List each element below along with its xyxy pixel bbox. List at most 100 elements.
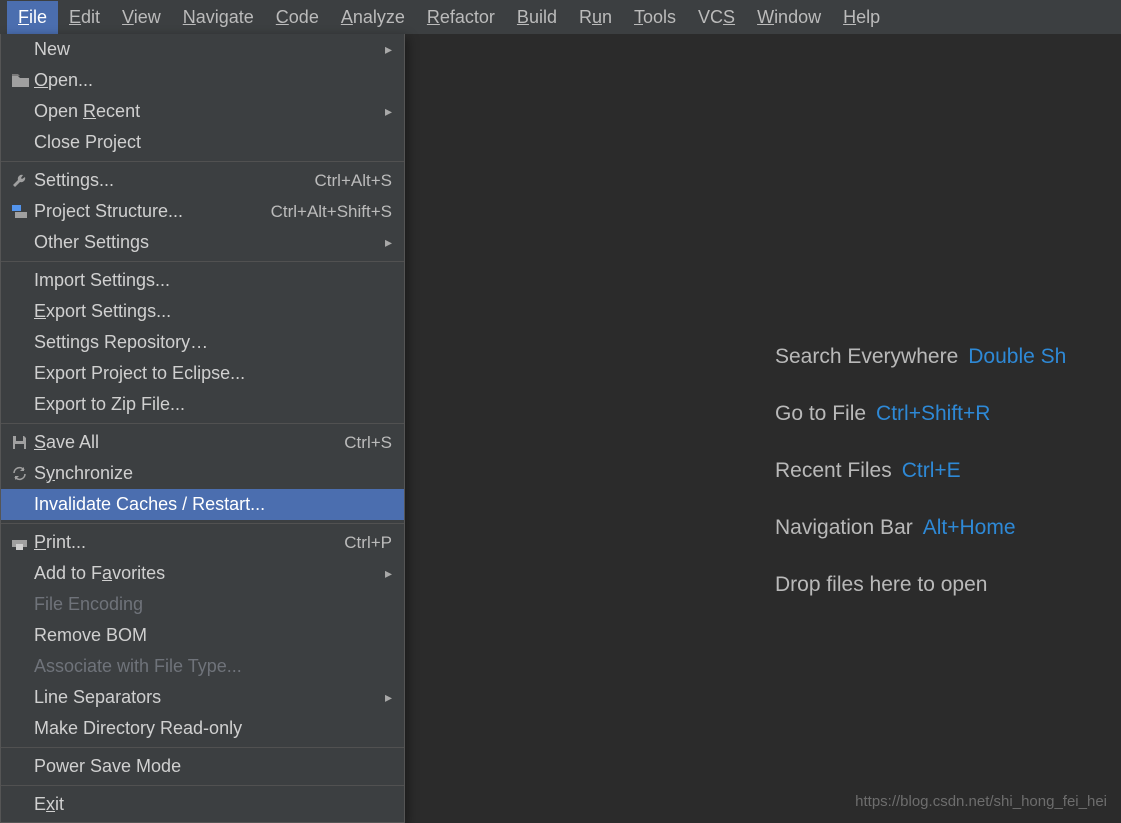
menu-item-make-directory-read-only[interactable]: Make Directory Read-only [1,713,404,744]
menu-item-label: Line Separators [34,687,376,708]
menu-build[interactable]: Build [506,1,568,34]
submenu-arrow-icon: ▸ [376,689,392,706]
menu-item-other-settings[interactable]: Other Settings▸ [1,227,404,258]
menu-item-label: New [34,39,376,60]
menu-code[interactable]: Code [265,1,330,34]
welcome-hint: Drop files here to open [775,573,1066,597]
welcome-hint-shortcut: Ctrl+E [902,459,961,482]
menu-item-label: Project Structure... [34,201,261,222]
menu-item-import-settings[interactable]: Import Settings... [1,265,404,296]
menu-item-label: Import Settings... [34,270,392,291]
menu-shortcut: Ctrl+Alt+Shift+S [261,202,392,222]
folder-icon [12,74,34,87]
menu-item-label: Invalidate Caches / Restart... [34,494,392,515]
welcome-hint: Recent Files Ctrl+E [775,459,1066,483]
menu-item-label: Associate with File Type... [34,656,392,677]
welcome-hint-shortcut: Alt+Home [923,516,1016,539]
menu-item-label: File Encoding [34,594,392,615]
menu-item-label: Settings Repository… [34,332,392,353]
save-icon [12,435,34,450]
watermark-text: https://blog.csdn.net/shi_hong_fei_hei [855,793,1107,810]
menu-item-label: Other Settings [34,232,376,253]
menu-item-label: Remove BOM [34,625,392,646]
menu-item-label: Exit [34,794,392,815]
menu-window[interactable]: Window [746,1,832,34]
menu-separator [1,747,404,748]
welcome-panel: Search Everywhere Double Sh Go to File Ctrl… [775,345,1066,630]
welcome-hint-text: Recent Files [775,459,892,482]
menu-item-label: Open Recent [34,101,376,122]
menu-separator [1,785,404,786]
menu-item-label: Open... [34,70,392,91]
menu-item-add-to-favorites[interactable]: Add to Favorites▸ [1,558,404,589]
wrench-icon [12,173,34,188]
menu-item-label: Power Save Mode [34,756,392,777]
menu-item-save-all[interactable]: Save AllCtrl+S [1,427,404,458]
menu-separator [1,161,404,162]
menu-item-open[interactable]: Open... [1,65,404,96]
welcome-hint-shortcut: Ctrl+Shift+R [876,402,990,425]
menu-item-export-project-to-eclipse[interactable]: Export Project to Eclipse... [1,358,404,389]
menu-analyze[interactable]: Analyze [330,1,416,34]
menu-help[interactable]: Help [832,1,891,34]
menu-item-label: Add to Favorites [34,563,376,584]
menu-item-label: Export Project to Eclipse... [34,363,392,384]
menu-separator [1,261,404,262]
welcome-hint-text: Drop files here to open [775,573,987,596]
menu-item-close-project[interactable]: Close Project [1,127,404,158]
menu-item-open-recent[interactable]: Open Recent▸ [1,96,404,127]
submenu-arrow-icon: ▸ [376,234,392,251]
menu-item-associate-with-file-type: Associate with File Type... [1,651,404,682]
menu-item-settings-repository[interactable]: Settings Repository… [1,327,404,358]
menu-separator [1,423,404,424]
menu-item-invalidate-caches-restart[interactable]: Invalidate Caches / Restart... [1,489,404,520]
welcome-hint-text: Navigation Bar [775,516,913,539]
menu-run[interactable]: Run [568,1,623,34]
menu-item-print[interactable]: Print...Ctrl+P [1,527,404,558]
welcome-hint-text: Go to File [775,402,866,425]
menu-item-file-encoding: File Encoding [1,589,404,620]
structure-icon [12,205,34,218]
menubar: FileEditViewNavigateCodeAnalyzeRefactorB… [0,0,1121,34]
submenu-arrow-icon: ▸ [376,565,392,582]
sync-icon [12,466,34,481]
welcome-hint: Navigation Bar Alt+Home [775,516,1066,540]
menu-refactor[interactable]: Refactor [416,1,506,34]
menu-edit[interactable]: Edit [58,1,111,34]
submenu-arrow-icon: ▸ [376,41,392,58]
menu-item-label: Export Settings... [34,301,392,322]
menu-navigate[interactable]: Navigate [172,1,265,34]
menu-tools[interactable]: Tools [623,1,687,34]
menu-item-label: Synchronize [34,463,392,484]
menu-item-exit[interactable]: Exit [1,789,404,820]
menu-item-settings[interactable]: Settings...Ctrl+Alt+S [1,165,404,196]
menu-shortcut: Ctrl+Alt+S [305,171,392,191]
menu-item-project-structure[interactable]: Project Structure...Ctrl+Alt+Shift+S [1,196,404,227]
welcome-hint-shortcut: Double Sh [968,345,1066,368]
submenu-arrow-icon: ▸ [376,103,392,120]
menu-item-remove-bom[interactable]: Remove BOM [1,620,404,651]
menu-file[interactable]: File [7,1,58,34]
welcome-hint: Go to File Ctrl+Shift+R [775,402,1066,426]
menu-item-label: Close Project [34,132,392,153]
menu-item-label: Export to Zip File... [34,394,392,415]
menu-item-label: Save All [34,432,334,453]
menu-shortcut: Ctrl+S [334,433,392,453]
menu-view[interactable]: View [111,1,172,34]
file-menu-dropdown: New▸Open...Open Recent▸Close ProjectSett… [0,34,405,823]
welcome-hint-text: Search Everywhere [775,345,958,368]
menu-item-power-save-mode[interactable]: Power Save Mode [1,751,404,782]
menu-item-label: Settings... [34,170,305,191]
menu-item-export-to-zip-file[interactable]: Export to Zip File... [1,389,404,420]
menu-shortcut: Ctrl+P [334,533,392,553]
menu-item-export-settings[interactable]: Export Settings... [1,296,404,327]
menu-vcs[interactable]: VCS [687,1,746,34]
menu-item-label: Print... [34,532,334,553]
menu-item-label: Make Directory Read-only [34,718,392,739]
print-icon [12,536,34,550]
menu-item-synchronize[interactable]: Synchronize [1,458,404,489]
menu-separator [1,523,404,524]
menu-item-line-separators[interactable]: Line Separators▸ [1,682,404,713]
menu-item-new[interactable]: New▸ [1,34,404,65]
welcome-hint: Search Everywhere Double Sh [775,345,1066,369]
